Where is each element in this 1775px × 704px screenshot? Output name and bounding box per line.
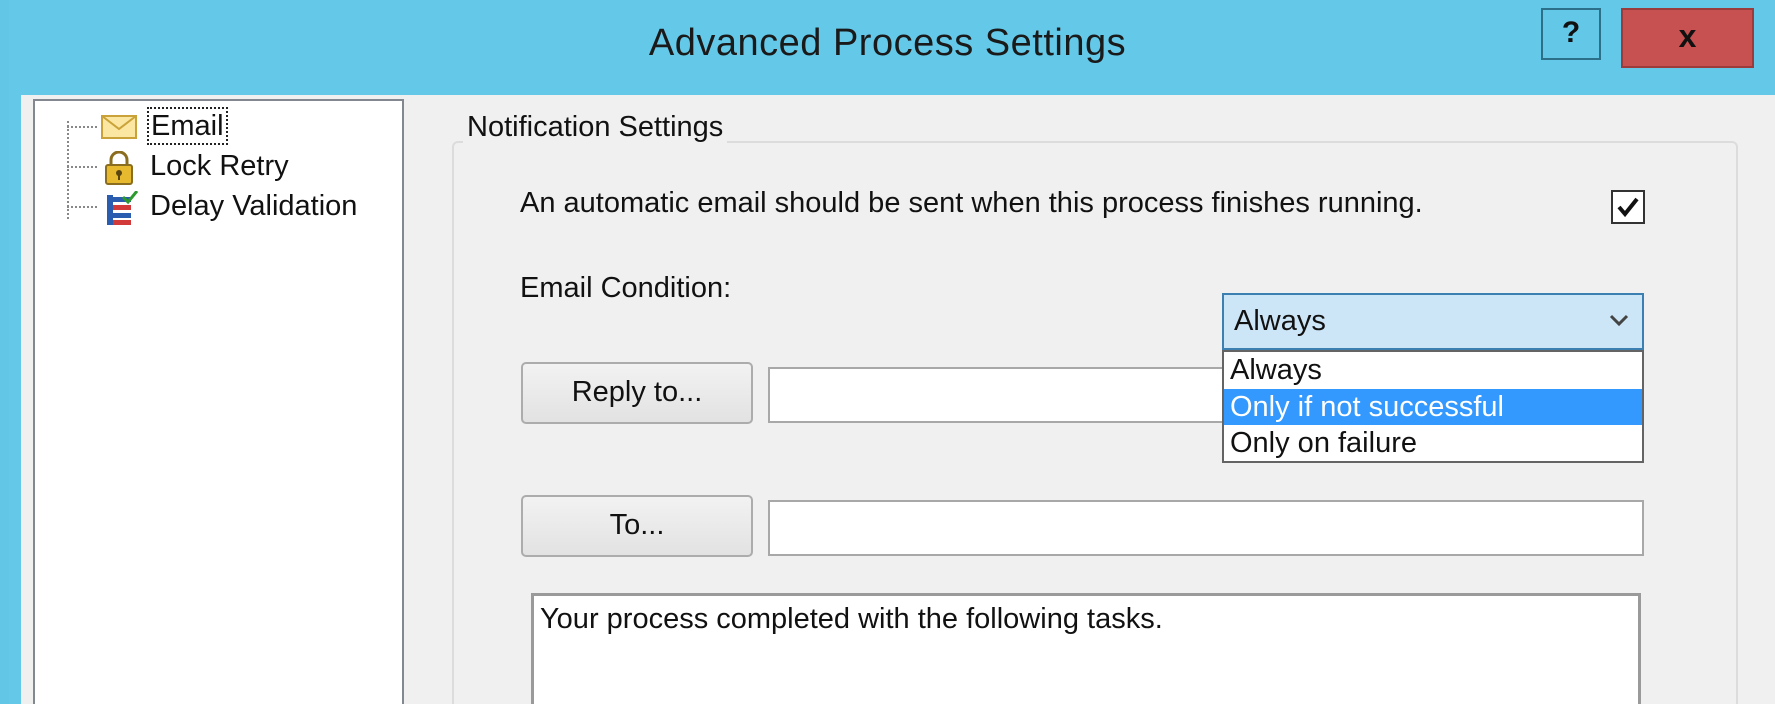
list-check-icon	[101, 190, 139, 225]
title-bar[interactable]: Advanced Process Settings ? x	[0, 0, 1775, 95]
auto-email-checkbox[interactable]	[1611, 190, 1645, 224]
settings-tree[interactable]: Email Lock Retry Delay Validation	[33, 99, 404, 704]
tree-item-lock-retry[interactable]: Lock Retry	[35, 147, 395, 187]
help-button[interactable]: ?	[1541, 8, 1601, 60]
email-condition-label: Email Condition:	[520, 272, 732, 304]
envelope-icon	[101, 111, 137, 143]
padlock-icon	[101, 150, 137, 185]
tree-connector	[67, 166, 97, 168]
close-button[interactable]: x	[1621, 8, 1754, 68]
to-field[interactable]	[768, 500, 1644, 556]
email-condition-value: Always	[1234, 305, 1326, 337]
reply-to-button[interactable]: Reply to...	[521, 362, 753, 424]
email-body-textarea[interactable]: Your process completed with the followin…	[531, 593, 1641, 704]
window-title: Advanced Process Settings	[648, 22, 1127, 64]
dropdown-option-always[interactable]: Always	[1224, 352, 1642, 388]
screen: Advanced Process Settings ? x Email Lock…	[0, 0, 1775, 704]
tree-item-label: Delay Validation	[150, 190, 358, 222]
chevron-down-icon	[1609, 314, 1629, 327]
to-button[interactable]: To...	[521, 495, 753, 557]
tree-item-delay-validation[interactable]: Delay Validation	[35, 187, 395, 227]
group-title: Notification Settings	[463, 111, 728, 144]
auto-email-label: An automatic email should be sent when t…	[520, 187, 1423, 219]
dropdown-option-only-on-failure[interactable]: Only on failure	[1224, 425, 1642, 461]
tree-item-email[interactable]: Email	[35, 107, 395, 147]
dropdown-option-only-if-not-successful[interactable]: Only if not successful	[1224, 389, 1642, 425]
email-condition-dropdown: Always Only if not successful Only on fa…	[1222, 350, 1644, 463]
checkmark-icon	[1617, 197, 1639, 218]
tree-item-label: Lock Retry	[150, 150, 289, 182]
tree-connector	[67, 126, 97, 128]
tree-item-label: Email	[147, 107, 228, 145]
tree-connector	[67, 206, 97, 208]
dialog-client-area: Email Lock Retry Delay Validation Notifi…	[21, 95, 1775, 704]
email-condition-select[interactable]: Always	[1222, 293, 1644, 350]
